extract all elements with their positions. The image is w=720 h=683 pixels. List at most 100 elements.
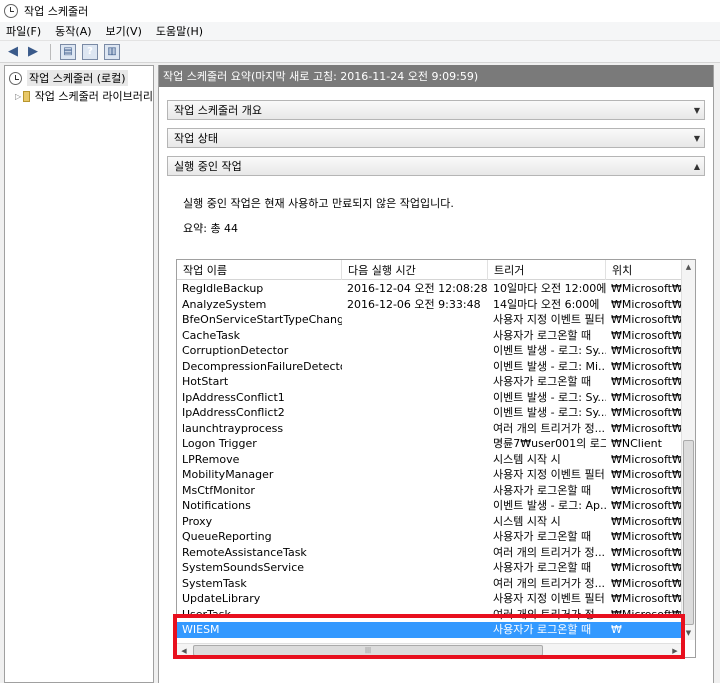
location-cell: ₩Microsoft₩Wir bbox=[611, 607, 682, 621]
next-run-cell bbox=[342, 591, 488, 607]
column-header-next-run[interactable]: 다음 실행 시간 bbox=[342, 260, 488, 280]
menu-action[interactable]: 동작(A) bbox=[55, 23, 91, 39]
trigger-cell: 이벤트 발생 - 로그: Ap... bbox=[493, 499, 606, 512]
table-row[interactable]: IpAddressConflict1 이벤트 발생 - 로그: Sy... ₩Mic… bbox=[177, 390, 682, 406]
next-run-cell bbox=[342, 359, 488, 375]
task-name-cell: MsCtfMonitor bbox=[182, 483, 255, 497]
table-row[interactable]: Notifications 이벤트 발생 - 로그: Ap... ₩Microsof… bbox=[177, 498, 682, 514]
table-row[interactable]: SystemTask 여러 개의 트리거가 정... ₩Microsoft₩Wir bbox=[177, 576, 682, 592]
summary-header: 작업 스케줄러 요약(마지막 새로 고침: 2016-11-24 오전 9:09… bbox=[159, 65, 713, 87]
table-row[interactable]: RegIdleBackup 2016-12-04 오전 12:08:28 10일마다… bbox=[177, 281, 682, 297]
scroll-left-icon[interactable]: ◀ bbox=[177, 644, 191, 657]
scroll-right-icon[interactable]: ▶ bbox=[668, 644, 682, 657]
table-row[interactable]: WIESM 사용자가 로그온할 때 ₩ bbox=[177, 622, 682, 638]
column-header-trigger[interactable]: 트리거 bbox=[488, 260, 606, 280]
chevron-down-icon[interactable]: ▼ bbox=[694, 106, 700, 115]
section-running[interactable]: 실행 중인 작업 ▲ bbox=[167, 156, 705, 176]
table-row[interactable]: MobilityManager 사용자 지정 이벤트 필터 ₩Microsoft₩W… bbox=[177, 467, 682, 483]
next-run-cell: 2016-12-04 오전 12:08:28 bbox=[347, 282, 488, 295]
location-cell: ₩Microsoft₩Wir bbox=[611, 514, 682, 528]
next-run-cell bbox=[342, 576, 488, 592]
next-run-cell bbox=[342, 467, 488, 483]
location-cell: ₩Microsoft₩Wir bbox=[611, 530, 682, 543]
menu-file[interactable]: 파일(F) bbox=[6, 23, 41, 39]
trigger-cell: 사용자 지정 이벤트 필터 bbox=[493, 592, 605, 605]
location-cell: ₩Microsoft₩Wir bbox=[611, 282, 682, 295]
tree-item-library[interactable]: ▷ 작업 스케줄러 라이브러리 bbox=[5, 87, 153, 105]
column-header-location[interactable]: 위치 bbox=[606, 260, 682, 280]
chevron-up-icon[interactable]: ▲ bbox=[694, 162, 700, 171]
task-name-cell: QueueReporting bbox=[182, 530, 272, 543]
table-row[interactable]: Proxy 시스템 시작 시 ₩Microsoft₩Wir bbox=[177, 514, 682, 530]
task-name-cell: SystemSoundsService bbox=[182, 561, 305, 574]
location-cell: ₩Microsoft₩Wir bbox=[611, 406, 682, 419]
table-row[interactable]: AnalyzeSystem 2016-12-06 오전 9:33:48 14일마다 … bbox=[177, 297, 682, 313]
trigger-cell: 사용자가 로그온할 때 bbox=[493, 561, 592, 574]
table-row[interactable]: HotStart 사용자가 로그온할 때 ₩Microsoft₩Wir bbox=[177, 374, 682, 390]
menu-view[interactable]: 보기(V) bbox=[106, 23, 142, 39]
table-row[interactable]: Logon Trigger 명륜7₩user001의 로그... ₩NClient bbox=[177, 436, 682, 452]
menu-help[interactable]: 도움말(H) bbox=[156, 23, 203, 39]
back-arrow-icon[interactable]: ◀ bbox=[4, 43, 22, 61]
task-name-cell: BfeOnServiceStartTypeChange bbox=[182, 313, 342, 326]
task-name-cell: Proxy bbox=[182, 514, 213, 528]
table-row[interactable]: BfeOnServiceStartTypeChange 사용자 지정 이벤트 필터… bbox=[177, 312, 682, 328]
navigation-tree: 작업 스케줄러 (로컬) ▷ 작업 스케줄러 라이브러리 bbox=[4, 65, 154, 683]
location-cell: ₩Microsoft₩Wir bbox=[611, 576, 682, 590]
panel-icon[interactable]: ▥ bbox=[104, 43, 120, 60]
next-run-cell bbox=[342, 328, 488, 344]
scroll-thumb[interactable] bbox=[683, 440, 694, 625]
table-row[interactable]: DecompressionFailureDetector 이벤트 발생 - 로그:… bbox=[177, 359, 682, 375]
column-header-name[interactable]: 작업 이름 bbox=[177, 260, 342, 280]
tree-item-root[interactable]: 작업 스케줄러 (로컬) bbox=[5, 69, 153, 87]
table-row[interactable]: LPRemove 시스템 시작 시 ₩Microsoft₩Wir bbox=[177, 452, 682, 468]
vertical-scrollbar[interactable]: ▲ ▼ bbox=[681, 260, 695, 640]
trigger-cell: 사용자가 로그온할 때 bbox=[493, 623, 592, 636]
scroll-thumb[interactable]: ||| bbox=[193, 645, 543, 656]
task-name-cell: SystemTask bbox=[182, 576, 247, 590]
location-cell: ₩Microsoft₩Wir bbox=[611, 592, 682, 605]
section-overview[interactable]: 작업 스케줄러 개요 ▼ bbox=[167, 100, 705, 120]
location-cell: ₩ bbox=[611, 623, 622, 636]
running-tasks-table: 작업 이름 다음 실행 시간 트리거 위치 RegIdleBackup 2016-… bbox=[176, 259, 696, 658]
scroll-down-icon[interactable]: ▼ bbox=[682, 626, 695, 640]
location-cell: ₩Microsoft₩Wir bbox=[611, 452, 682, 466]
trigger-cell: 명륜7₩user001의 로그... bbox=[493, 437, 606, 450]
expand-icon[interactable]: ▷ bbox=[15, 92, 21, 101]
next-run-cell bbox=[342, 622, 488, 638]
horizontal-scrollbar[interactable]: ◀ ||| ▶ bbox=[177, 643, 682, 657]
toolbar: ◀ ▶ ▤ ? ▥ bbox=[0, 41, 720, 63]
section-title: 실행 중인 작업 bbox=[174, 160, 242, 173]
forward-arrow-icon[interactable]: ▶ bbox=[24, 43, 42, 61]
running-description: 실행 중인 작업은 현재 사용하고 만료되지 않은 작업입니다. bbox=[183, 197, 454, 210]
table-row[interactable]: MsCtfMonitor 사용자가 로그온할 때 ₩Microsoft₩Wir bbox=[177, 483, 682, 499]
table-row[interactable]: UserTask 여러 개의 트리거가 정... ₩Microsoft₩Wir bbox=[177, 607, 682, 623]
console-icon[interactable]: ▤ bbox=[60, 43, 76, 60]
next-run-cell bbox=[342, 405, 488, 421]
tree-item-label: 작업 스케줄러 라이브러리 bbox=[34, 90, 153, 103]
next-run-cell bbox=[342, 374, 488, 390]
task-name-cell: CacheTask bbox=[182, 328, 240, 342]
help-icon[interactable]: ? bbox=[82, 43, 98, 60]
table-row[interactable]: QueueReporting 사용자가 로그온할 때 ₩Microsoft₩Wir bbox=[177, 529, 682, 545]
running-total: 요약: 총 44 bbox=[183, 222, 239, 235]
table-row[interactable]: SystemSoundsService 사용자가 로그온할 때 ₩Microsoft… bbox=[177, 560, 682, 576]
table-row[interactable]: CorruptionDetector 이벤트 발생 - 로그: Sy... ₩Mic… bbox=[177, 343, 682, 359]
next-run-cell bbox=[342, 483, 488, 499]
task-name-cell: HotStart bbox=[182, 375, 229, 388]
next-run-cell bbox=[342, 529, 488, 545]
toolbar-separator bbox=[50, 43, 51, 60]
table-row[interactable]: RemoteAssistanceTask 여러 개의 트리거가 정... ₩Micr… bbox=[177, 545, 682, 561]
scroll-up-icon[interactable]: ▲ bbox=[682, 260, 695, 274]
table-row[interactable]: UpdateLibrary 사용자 지정 이벤트 필터 ₩Microsoft₩Wir bbox=[177, 591, 682, 607]
chevron-down-icon[interactable]: ▼ bbox=[694, 134, 700, 143]
table-row[interactable]: launchtrayprocess 여러 개의 트리거가 정... ₩Microso… bbox=[177, 421, 682, 437]
table-row[interactable]: CacheTask 사용자가 로그온할 때 ₩Microsoft₩Wir bbox=[177, 328, 682, 344]
trigger-cell: 이벤트 발생 - 로그: Sy... bbox=[493, 344, 606, 357]
title-bar: 작업 스케줄러 bbox=[0, 0, 720, 22]
section-status[interactable]: 작업 상태 ▼ bbox=[167, 128, 705, 148]
next-run-cell bbox=[342, 498, 488, 514]
task-name-cell: WIESM bbox=[182, 623, 220, 636]
table-row[interactable]: IpAddressConflict2 이벤트 발생 - 로그: Sy... ₩Mic… bbox=[177, 405, 682, 421]
next-run-cell bbox=[342, 607, 488, 623]
